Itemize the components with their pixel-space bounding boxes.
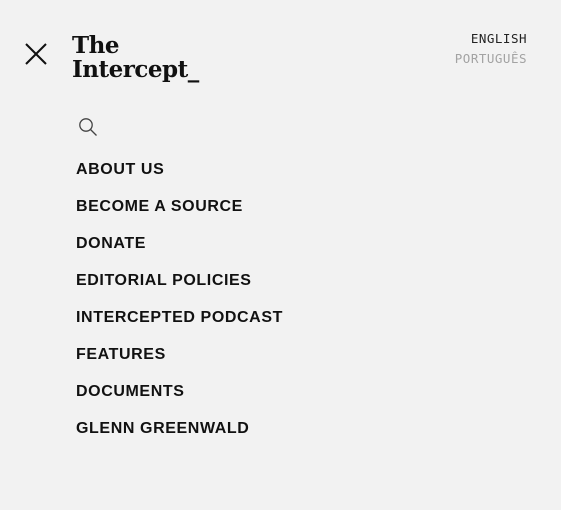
language-option-english[interactable]: ENGLISH	[455, 29, 527, 49]
close-icon	[25, 43, 47, 65]
menu-item-features[interactable]: FEATURES	[76, 343, 283, 380]
menu-item-intercepted-podcast[interactable]: INTERCEPTED PODCAST	[76, 306, 283, 343]
language-switcher: ENGLISH PORTUGUÊS	[455, 29, 527, 69]
search-button[interactable]	[78, 117, 98, 137]
menu-item-documents[interactable]: DOCUMENTS	[76, 380, 283, 417]
menu-item-become-a-source[interactable]: BECOME A SOURCE	[76, 195, 283, 232]
menu-item-about-us[interactable]: ABOUT US	[76, 158, 283, 195]
logo-line-1: The	[72, 32, 119, 59]
main-menu: ABOUT US BECOME A SOURCE DONATE EDITORIA…	[76, 158, 283, 454]
menu-item-glenn-greenwald[interactable]: GLENN GREENWALD	[76, 417, 283, 454]
close-menu-button[interactable]	[24, 42, 48, 66]
logo-line-2: Intercept_	[72, 56, 199, 83]
site-logo[interactable]: The Intercept_	[72, 34, 199, 81]
search-icon	[79, 118, 97, 136]
language-option-portugues[interactable]: PORTUGUÊS	[455, 49, 527, 69]
menu-item-editorial-policies[interactable]: EDITORIAL POLICIES	[76, 269, 283, 306]
menu-item-donate[interactable]: DONATE	[76, 232, 283, 269]
